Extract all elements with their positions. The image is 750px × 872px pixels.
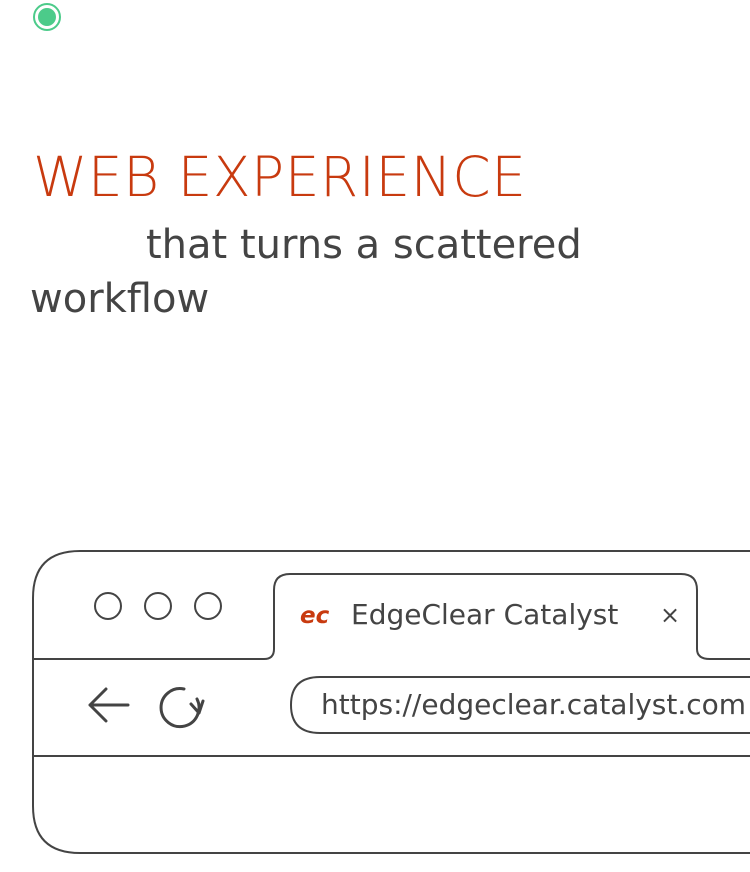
svg-text:ec: ec	[300, 603, 330, 629]
window-control-dot	[144, 592, 172, 620]
arrow-left-icon[interactable]	[88, 687, 130, 723]
url-text[interactable]: https://edgeclear.catalyst.com	[321, 688, 746, 721]
close-icon[interactable]: ×	[660, 601, 680, 629]
reload-icon[interactable]	[159, 687, 205, 729]
browser-toolbar: https://edgeclear.catalyst.com	[88, 676, 750, 734]
window-control-dot	[94, 592, 122, 620]
svg-text:×: ×	[660, 601, 680, 629]
subheading: that turns a scattered workflow	[30, 222, 582, 322]
edgeclear-logo-icon: ec	[300, 603, 330, 629]
browser-tab[interactable]: ec EdgeClear Catalyst ×	[33, 573, 750, 660]
browser-window: ec EdgeClear Catalyst × https://edgeclea…	[32, 550, 750, 854]
headline: WEB EXPERIENCE	[33, 145, 527, 209]
window-control-dot	[194, 592, 222, 620]
tab-title: EdgeClear Catalyst	[351, 598, 618, 631]
window-controls	[94, 592, 222, 620]
status-dot-icon	[33, 3, 61, 31]
